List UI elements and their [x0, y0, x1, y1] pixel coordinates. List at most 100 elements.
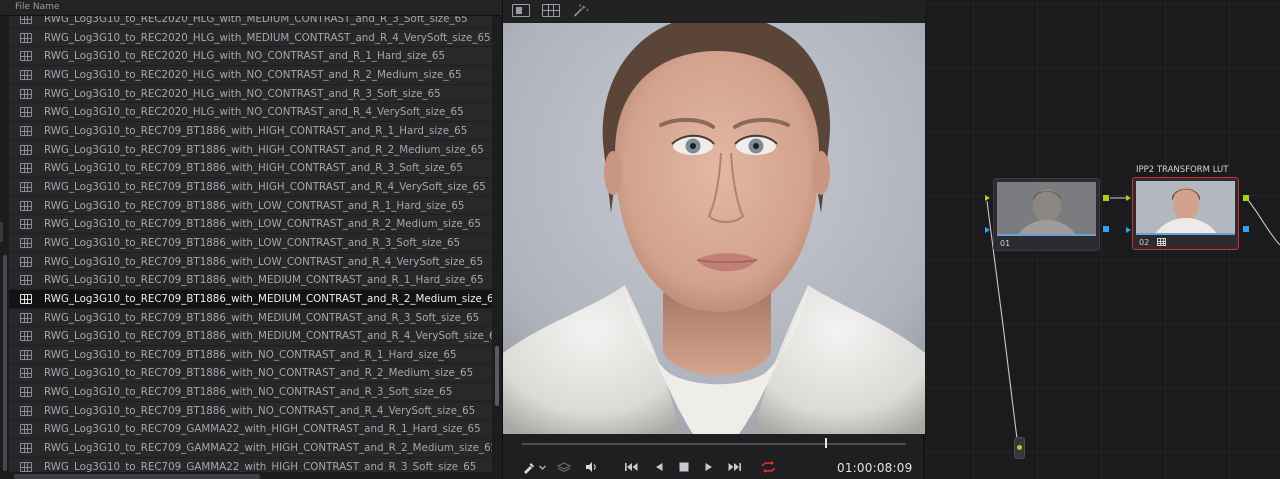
split-view-icon[interactable]: [542, 4, 560, 17]
transport-controls: 01:00:08:09: [503, 456, 925, 479]
viewer-frame[interactable]: [503, 23, 925, 434]
lut-list-item[interactable]: RWG_Log3G10_to_REC709_BT1886_with_MEDIUM…: [9, 327, 492, 346]
lut-file-name: RWG_Log3G10_to_REC2020_HLG_with_NO_CONTR…: [44, 68, 462, 81]
lut-file-icon: [20, 275, 32, 286]
lut-list-item[interactable]: RWG_Log3G10_to_REC709_BT1886_with_MEDIUM…: [9, 289, 492, 309]
single-view-icon[interactable]: [512, 4, 530, 17]
lut-file-icon: [20, 200, 32, 211]
play-reverse-icon[interactable]: [652, 460, 666, 474]
lut-file-icon: [20, 163, 32, 174]
node-01-key-input[interactable]: [985, 227, 990, 233]
node-01-key-output[interactable]: [1103, 226, 1109, 232]
dropdown-chevron-icon[interactable]: [538, 460, 547, 474]
lut-list-item[interactable]: RWG_Log3G10_to_REC2020_HLG_with_NO_CONTR…: [9, 66, 492, 85]
node-02-key-output[interactable]: [1243, 226, 1249, 232]
viewer-toolbar: [503, 0, 925, 22]
lut-file-icon: [20, 256, 32, 267]
lut-list-item[interactable]: RWG_Log3G10_to_REC709_BT1886_with_HIGH_C…: [9, 159, 492, 178]
node-02-rgb-output[interactable]: [1243, 195, 1249, 201]
lut-list-item[interactable]: RWG_Log3G10_to_REC709_BT1886_with_LOW_CO…: [9, 215, 492, 234]
node-01[interactable]: 01: [993, 178, 1100, 251]
lut-file-name: RWG_Log3G10_to_REC709_BT1886_with_LOW_CO…: [44, 218, 481, 231]
lut-list-item[interactable]: RWG_Log3G10_to_REC709_BT1886_with_NO_CON…: [9, 383, 492, 402]
playhead[interactable]: [825, 438, 828, 448]
lut-list-item[interactable]: RWG_Log3G10_to_REC709_GAMMA22_with_HIGH_…: [9, 420, 492, 440]
lut-list-item[interactable]: RWG_Log3G10_to_REC709_BT1886_with_NO_CON…: [9, 364, 492, 384]
lut-list-item[interactable]: RWG_Log3G10_to_REC709_BT1886_with_NO_CON…: [9, 402, 492, 421]
lut-list-horizontal-scrollbar[interactable]: [14, 474, 260, 479]
lut-file-name: RWG_Log3G10_to_REC2020_HLG_with_NO_CONTR…: [44, 87, 441, 100]
lut-list-item[interactable]: RWG_Log3G10_to_REC709_BT1886_with_HIGH_C…: [9, 122, 492, 141]
lut-file-name: RWG_Log3G10_to_REC2020_HLG_with_MEDIUM_C…: [44, 31, 491, 44]
node-02[interactable]: 02: [1132, 177, 1239, 250]
lut-file-name: RWG_Log3G10_to_REC709_BT1886_with_NO_CON…: [44, 367, 474, 380]
lut-list-scroll-thumb[interactable]: [495, 346, 499, 406]
node-02-key-input[interactable]: [1126, 227, 1131, 233]
lut-list-item[interactable]: RWG_Log3G10_to_REC709_BT1886_with_NO_CON…: [9, 346, 492, 365]
lut-list-item[interactable]: RWG_Log3G10_to_REC2020_HLG_with_NO_CONTR…: [9, 85, 492, 104]
lut-list-item[interactable]: RWG_Log3G10_to_REC2020_HLG_with_MEDIUM_C…: [9, 29, 492, 48]
lut-list-header[interactable]: File Name: [0, 0, 502, 16]
lut-list-item[interactable]: RWG_Log3G10_to_REC709_BT1886_with_LOW_CO…: [9, 234, 492, 253]
node-02-number: 02: [1139, 238, 1150, 247]
lut-file-icon: [20, 424, 32, 435]
folder-tree-scrollbar[interactable]: [0, 255, 8, 475]
lut-file-icon: [20, 405, 32, 416]
lut-list-item[interactable]: RWG_Log3G10_to_REC709_BT1886_with_LOW_CO…: [9, 253, 492, 272]
lut-file-icon: [20, 107, 32, 118]
portrait-frame-image: [503, 23, 925, 434]
folder-tree-scroll-thumb[interactable]: [3, 255, 7, 471]
output-node[interactable]: [1014, 437, 1025, 459]
skip-forward-icon[interactable]: [728, 460, 742, 474]
lut-file-name: RWG_Log3G10_to_REC709_BT1886_with_NO_CON…: [44, 404, 476, 417]
lut-list-item[interactable]: RWG_Log3G10_to_REC709_BT1886_with_HIGH_C…: [9, 141, 492, 160]
lut-file-name: RWG_Log3G10_to_REC709_BT1886_with_HIGH_C…: [44, 180, 486, 193]
lut-list-item[interactable]: RWG_Log3G10_to_REC2020_HLG_with_NO_CONTR…: [9, 47, 492, 66]
lut-file-list[interactable]: RWG_Log3G10_to_REC2020_HLG_with_MEDIUM_C…: [9, 16, 492, 472]
pen-tool-icon[interactable]: [522, 460, 536, 474]
lut-file-icon: [20, 69, 32, 80]
lut-file-icon: [20, 51, 32, 62]
output-node-port[interactable]: [1017, 445, 1022, 450]
lut-file-name: RWG_Log3G10_to_REC709_BT1886_with_LOW_CO…: [44, 255, 484, 268]
lut-list-item[interactable]: RWG_Log3G10_to_REC709_BT1886_with_MEDIUM…: [9, 271, 492, 290]
node-01-rgb-output[interactable]: [1103, 195, 1109, 201]
lut-list-item[interactable]: RWG_Log3G10_to_REC709_BT1886_with_HIGH_C…: [9, 178, 492, 197]
speaker-icon[interactable]: [584, 460, 598, 474]
lut-file-name: RWG_Log3G10_to_REC709_BT1886_with_HIGH_C…: [44, 162, 463, 175]
lut-file-icon: [20, 181, 32, 192]
node-01-number: 01: [1000, 239, 1011, 248]
loop-icon[interactable]: [760, 460, 777, 474]
lut-list-scrollbar[interactable]: [493, 16, 501, 474]
play-icon[interactable]: [702, 460, 716, 474]
lut-file-name: RWG_Log3G10_to_REC709_BT1886_with_LOW_CO…: [44, 236, 461, 249]
lut-list-item[interactable]: RWG_Log3G10_to_REC709_GAMMA22_with_HIGH_…: [9, 458, 492, 472]
lut-file-name: RWG_Log3G10_to_REC2020_HLG_with_NO_CONTR…: [44, 106, 464, 119]
lut-file-icon: [20, 125, 32, 136]
layers-icon[interactable]: [557, 460, 571, 474]
node-02-rgb-input[interactable]: [1126, 195, 1131, 201]
skip-back-icon[interactable]: [624, 460, 638, 474]
node-graph-panel[interactable]: 01 IPP2 TRANSFORM LUT 02: [925, 0, 1280, 479]
node-01-thumbnail: [997, 182, 1096, 236]
lut-file-name: RWG_Log3G10_to_REC709_GAMMA22_with_HIGH_…: [44, 423, 481, 436]
timeline-scrubber[interactable]: [522, 438, 906, 448]
lut-file-icon: [20, 368, 32, 379]
lut-file-name: RWG_Log3G10_to_REC709_BT1886_with_MEDIUM…: [44, 311, 480, 324]
lut-file-name: RWG_Log3G10_to_REC709_BT1886_with_MEDIUM…: [44, 274, 484, 287]
lut-list-item[interactable]: RWG_Log3G10_to_REC709_GAMMA22_with_HIGH_…: [9, 439, 492, 458]
node-01-rgb-input[interactable]: [985, 195, 990, 201]
lut-file-name: RWG_Log3G10_to_REC709_BT1886_with_LOW_CO…: [44, 199, 465, 212]
lut-list-item[interactable]: RWG_Log3G10_to_REC2020_HLG_with_NO_CONTR…: [9, 103, 492, 122]
lut-file-icon: [20, 387, 32, 398]
lut-list-item[interactable]: RWG_Log3G10_to_REC709_BT1886_with_LOW_CO…: [9, 197, 492, 216]
lut-list-item[interactable]: RWG_Log3G10_to_REC709_BT1886_with_MEDIUM…: [9, 309, 492, 328]
lut-file-icon: [20, 443, 32, 454]
lut-file-name: RWG_Log3G10_to_REC2020_HLG_with_NO_CONTR…: [44, 50, 446, 63]
lut-list-item[interactable]: RWG_Log3G10_to_REC2020_HLG_with_MEDIUM_C…: [9, 16, 492, 29]
magic-wand-icon[interactable]: [572, 4, 590, 17]
lut-file-icon: [20, 237, 32, 248]
file-name-column-header[interactable]: File Name: [15, 2, 59, 12]
stop-icon[interactable]: [677, 460, 691, 474]
lut-file-icon: [20, 16, 32, 24]
